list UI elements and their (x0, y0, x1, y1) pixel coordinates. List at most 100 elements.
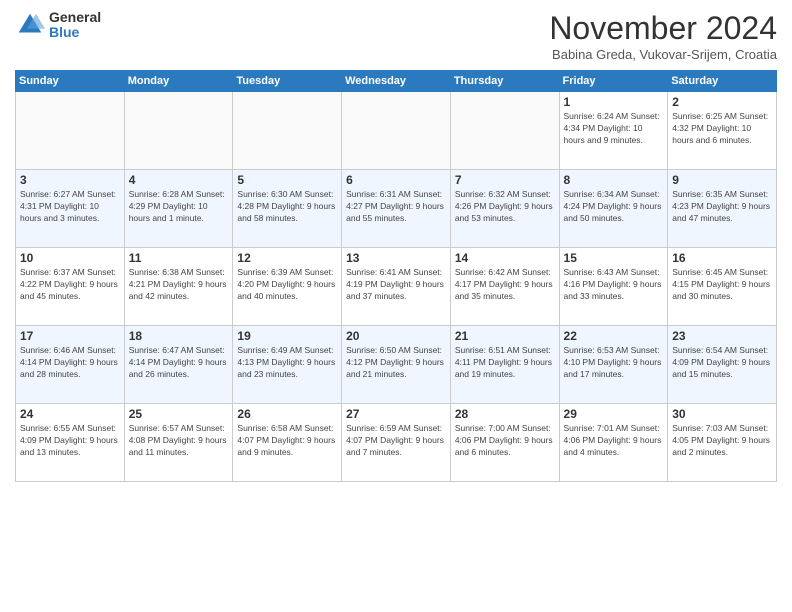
table-row: 23Sunrise: 6:54 AM Sunset: 4:09 PM Dayli… (668, 326, 777, 404)
day-info: Sunrise: 6:53 AM Sunset: 4:10 PM Dayligh… (564, 345, 664, 381)
table-row: 11Sunrise: 6:38 AM Sunset: 4:21 PM Dayli… (124, 248, 233, 326)
day-info: Sunrise: 6:27 AM Sunset: 4:31 PM Dayligh… (20, 189, 120, 225)
logo-blue-text: Blue (49, 25, 101, 40)
location-subtitle: Babina Greda, Vukovar-Srijem, Croatia (549, 47, 777, 62)
day-number: 13 (346, 251, 446, 265)
day-number: 24 (20, 407, 120, 421)
day-info: Sunrise: 6:54 AM Sunset: 4:09 PM Dayligh… (672, 345, 772, 381)
table-row: 18 Sunrise: 6:47 AM Sunset: 4:14 PM Dayli… (124, 326, 233, 404)
day-number: 27 (346, 407, 446, 421)
logo: General Blue (15, 10, 101, 41)
day-info: Sunrise: 6:47 AM Sunset: 4:14 PM Dayligh… (129, 345, 229, 381)
day-info: Sunrise: 6:41 AM Sunset: 4:19 PM Dayligh… (346, 267, 446, 303)
day-info: Sunrise: 6:58 AM Sunset: 4:07 PM Dayligh… (237, 423, 337, 459)
day-info: Sunrise: 6:28 AM Sunset: 4:29 PM Dayligh… (129, 189, 229, 225)
day-info: Sunrise: 7:01 AM Sunset: 4:06 PM Dayligh… (564, 423, 664, 459)
day-info: Sunrise: 6:55 AM Sunset: 4:09 PM Dayligh… (20, 423, 120, 459)
table-row: 15 Sunrise: 6:43 AM Sunset: 4:16 PM Dayli… (559, 248, 668, 326)
day-number: 28 (455, 407, 555, 421)
logo-icon (15, 10, 45, 40)
table-row: 2Sunrise: 6:25 AM Sunset: 4:32 PM Daylig… (668, 92, 777, 170)
day-number: 20 (346, 329, 446, 343)
table-row: 21 Sunrise: 6:51 AM Sunset: 4:11 PM Dayli… (450, 326, 559, 404)
day-number: 19 (237, 329, 337, 343)
day-info: Sunrise: 6:42 AM Sunset: 4:17 PM Dayligh… (455, 267, 555, 303)
table-row (16, 92, 125, 170)
table-row: 16 Sunrise: 6:45 AM Sunset: 4:15 PM Dayli… (668, 248, 777, 326)
table-row: 28 Sunrise: 7:00 AM Sunset: 4:06 PM Dayli… (450, 404, 559, 482)
day-info: Sunrise: 6:30 AM Sunset: 4:28 PM Dayligh… (237, 189, 337, 225)
table-row (233, 92, 342, 170)
table-row: 7Sunrise: 6:32 AM Sunset: 4:26 PM Daylig… (450, 170, 559, 248)
day-number: 10 (20, 251, 120, 265)
col-tuesday: Tuesday (233, 71, 342, 92)
day-info: Sunrise: 6:51 AM Sunset: 4:11 PM Dayligh… (455, 345, 555, 381)
day-number: 7 (455, 173, 555, 187)
table-row (450, 92, 559, 170)
day-info: Sunrise: 6:57 AM Sunset: 4:08 PM Dayligh… (129, 423, 229, 459)
day-info: Sunrise: 6:50 AM Sunset: 4:12 PM Dayligh… (346, 345, 446, 381)
day-info: Sunrise: 6:35 AM Sunset: 4:23 PM Dayligh… (672, 189, 772, 225)
day-number: 1 (564, 95, 664, 109)
day-info: Sunrise: 6:34 AM Sunset: 4:24 PM Dayligh… (564, 189, 664, 225)
day-number: 12 (237, 251, 337, 265)
day-number: 30 (672, 407, 772, 421)
table-row: 9 Sunrise: 6:35 AM Sunset: 4:23 PM Daylig… (668, 170, 777, 248)
header: General Blue November 2024 Babina Greda,… (15, 10, 777, 62)
day-number: 9 (672, 173, 772, 187)
calendar-row: 10 Sunrise: 6:37 AM Sunset: 4:22 PM Dayli… (16, 248, 777, 326)
day-info: Sunrise: 6:31 AM Sunset: 4:27 PM Dayligh… (346, 189, 446, 225)
calendar-row: 24 Sunrise: 6:55 AM Sunset: 4:09 PM Dayli… (16, 404, 777, 482)
day-info: Sunrise: 6:59 AM Sunset: 4:07 PM Dayligh… (346, 423, 446, 459)
day-info: Sunrise: 6:45 AM Sunset: 4:15 PM Dayligh… (672, 267, 772, 303)
day-number: 11 (129, 251, 229, 265)
day-number: 3 (20, 173, 120, 187)
day-info: Sunrise: 7:00 AM Sunset: 4:06 PM Dayligh… (455, 423, 555, 459)
day-number: 16 (672, 251, 772, 265)
day-number: 6 (346, 173, 446, 187)
day-info: Sunrise: 6:24 AM Sunset: 4:34 PM Dayligh… (564, 111, 664, 147)
col-friday: Friday (559, 71, 668, 92)
col-wednesday: Wednesday (342, 71, 451, 92)
logo-general-text: General (49, 10, 101, 25)
logo-text: General Blue (49, 10, 101, 41)
day-number: 15 (564, 251, 664, 265)
day-number: 21 (455, 329, 555, 343)
header-row: Sunday Monday Tuesday Wednesday Thursday… (16, 71, 777, 92)
table-row: 24 Sunrise: 6:55 AM Sunset: 4:09 PM Dayli… (16, 404, 125, 482)
day-info: Sunrise: 6:49 AM Sunset: 4:13 PM Dayligh… (237, 345, 337, 381)
day-number: 26 (237, 407, 337, 421)
day-number: 18 (129, 329, 229, 343)
table-row: 6 Sunrise: 6:31 AM Sunset: 4:27 PM Daylig… (342, 170, 451, 248)
table-row: 17 Sunrise: 6:46 AM Sunset: 4:14 PM Dayli… (16, 326, 125, 404)
day-number: 8 (564, 173, 664, 187)
day-info: Sunrise: 6:37 AM Sunset: 4:22 PM Dayligh… (20, 267, 120, 303)
col-monday: Monday (124, 71, 233, 92)
table-row: 13 Sunrise: 6:41 AM Sunset: 4:19 PM Dayli… (342, 248, 451, 326)
table-row: 3 Sunrise: 6:27 AM Sunset: 4:31 PM Daylig… (16, 170, 125, 248)
day-number: 5 (237, 173, 337, 187)
calendar-row: 1 Sunrise: 6:24 AM Sunset: 4:34 PM Daylig… (16, 92, 777, 170)
table-row: 26 Sunrise: 6:58 AM Sunset: 4:07 PM Dayli… (233, 404, 342, 482)
table-row: 19 Sunrise: 6:49 AM Sunset: 4:13 PM Dayli… (233, 326, 342, 404)
day-info: Sunrise: 6:46 AM Sunset: 4:14 PM Dayligh… (20, 345, 120, 381)
day-info: Sunrise: 6:39 AM Sunset: 4:20 PM Dayligh… (237, 267, 337, 303)
table-row: 14 Sunrise: 6:42 AM Sunset: 4:17 PM Dayli… (450, 248, 559, 326)
day-number: 2 (672, 95, 772, 109)
table-row: 22Sunrise: 6:53 AM Sunset: 4:10 PM Dayli… (559, 326, 668, 404)
day-number: 14 (455, 251, 555, 265)
day-number: 17 (20, 329, 120, 343)
day-info: Sunrise: 6:43 AM Sunset: 4:16 PM Dayligh… (564, 267, 664, 303)
calendar-row: 3 Sunrise: 6:27 AM Sunset: 4:31 PM Daylig… (16, 170, 777, 248)
table-row: 1 Sunrise: 6:24 AM Sunset: 4:34 PM Daylig… (559, 92, 668, 170)
day-number: 4 (129, 173, 229, 187)
table-row: 12 Sunrise: 6:39 AM Sunset: 4:20 PM Dayli… (233, 248, 342, 326)
table-row: 10 Sunrise: 6:37 AM Sunset: 4:22 PM Dayli… (16, 248, 125, 326)
table-row: 27 Sunrise: 6:59 AM Sunset: 4:07 PM Dayli… (342, 404, 451, 482)
calendar-table: Sunday Monday Tuesday Wednesday Thursday… (15, 70, 777, 482)
table-row: 29Sunrise: 7:01 AM Sunset: 4:06 PM Dayli… (559, 404, 668, 482)
table-row: 30Sunrise: 7:03 AM Sunset: 4:05 PM Dayli… (668, 404, 777, 482)
col-thursday: Thursday (450, 71, 559, 92)
table-row: 4 Sunrise: 6:28 AM Sunset: 4:29 PM Daylig… (124, 170, 233, 248)
table-row: 5 Sunrise: 6:30 AM Sunset: 4:28 PM Daylig… (233, 170, 342, 248)
